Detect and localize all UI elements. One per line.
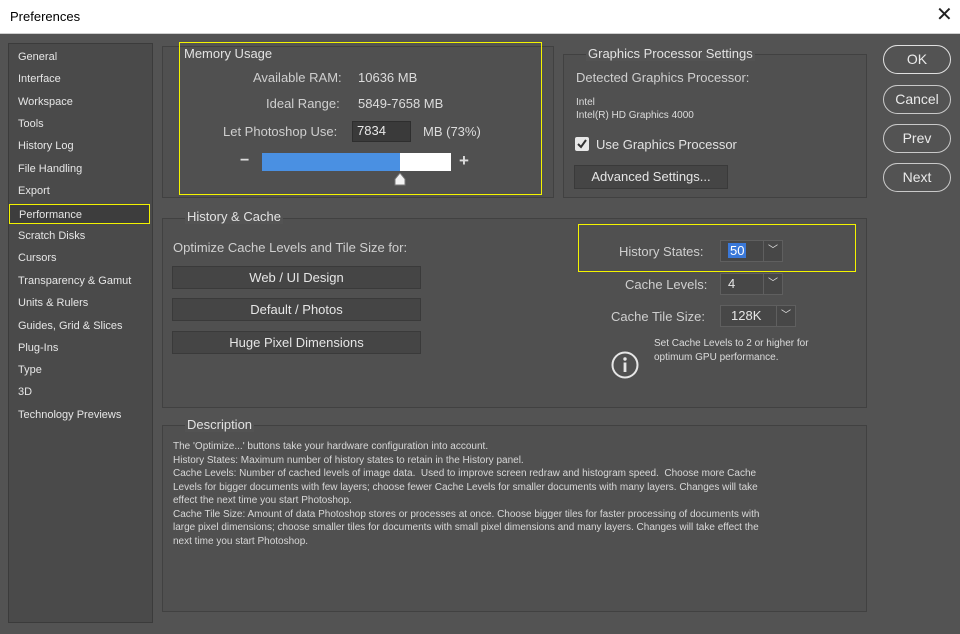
memory-slider-track[interactable]	[262, 153, 451, 171]
prev-button[interactable]: Prev	[883, 124, 951, 153]
next-button[interactable]: Next	[883, 163, 951, 192]
cache-levels-label: Cache Levels:	[625, 277, 708, 292]
cache-tile-size-value: 128K	[731, 308, 762, 323]
history-states-value: 50	[728, 243, 747, 258]
sidebar-item-tools[interactable]: Tools	[9, 114, 150, 134]
sidebar-item-guides-grid-slices[interactable]: Guides, Grid & Slices	[9, 316, 150, 336]
description-line: History States: Maximum number of histor…	[173, 454, 524, 466]
detected-gpu-label: Detected Graphics Processor:	[576, 70, 750, 85]
gpu-info-line-1: Set Cache Levels to 2 or higher for	[654, 338, 809, 349]
sidebar-item-file-handling[interactable]: File Handling	[9, 159, 150, 179]
memory-highlight	[179, 42, 542, 195]
gpu-settings-title: Graphics Processor Settings	[586, 46, 755, 61]
let-photoshop-use-label: Let Photoshop Use:	[223, 124, 338, 139]
web-ui-design-button[interactable]: Web / UI Design	[172, 266, 421, 289]
description-line: next time you start Photoshop.	[173, 535, 309, 547]
default-photos-button[interactable]: Default / Photos	[172, 298, 421, 321]
cache-levels-value: 4	[728, 276, 736, 291]
sidebar-item-performance[interactable]: Performance	[9, 204, 150, 224]
description-text: The 'Optimize...' buttons take your hard…	[173, 440, 863, 548]
sidebar-item-type[interactable]: Type	[9, 360, 150, 380]
ideal-range-value: 5849-7658 MB	[358, 96, 444, 111]
chevron-down-icon: ﹀	[763, 274, 782, 294]
memory-decrease-icon[interactable]: −	[240, 152, 249, 170]
ideal-range-label: Ideal Range:	[266, 96, 340, 111]
ok-button[interactable]: OK	[883, 45, 951, 74]
sidebar-item-3d[interactable]: 3D	[9, 382, 150, 402]
description-line: Cache Tile Size: Amount of data Photosho…	[173, 508, 760, 520]
sidebar-item-workspace[interactable]: Workspace	[9, 92, 150, 112]
let-photoshop-use-unit: MB (73%)	[423, 124, 481, 139]
sidebar-item-units-rulers[interactable]: Units & Rulers	[9, 293, 150, 313]
chevron-down-icon: ﹀	[763, 241, 782, 261]
sidebar-item-scratch-disks[interactable]: Scratch Disks	[9, 226, 150, 246]
history-states-label: History States:	[619, 244, 704, 259]
advanced-settings-button[interactable]: Advanced Settings...	[574, 165, 728, 189]
gpu-vendor: Intel	[576, 97, 595, 108]
window-title: Preferences	[10, 9, 81, 24]
available-ram-label: Available RAM:	[253, 70, 342, 85]
description-line: Levels for bigger documents with few lay…	[173, 481, 758, 493]
use-gpu-checkbox[interactable]	[575, 137, 589, 151]
memory-increase-icon[interactable]: +	[459, 151, 469, 171]
info-icon	[611, 351, 639, 379]
sidebar-item-plug-ins[interactable]: Plug-Ins	[9, 338, 150, 358]
preferences-sidebar: General Interface Workspace Tools History Lo…	[8, 43, 153, 623]
sidebar-item-technology-previews[interactable]: Technology Previews	[9, 405, 150, 425]
gpu-info-line-2: optimum GPU performance.	[654, 352, 779, 363]
cancel-button[interactable]: Cancel	[883, 85, 951, 114]
memory-slider-thumb[interactable]	[394, 173, 406, 186]
sidebar-item-export[interactable]: Export	[9, 181, 150, 201]
description-line: large pixel dimensions; choose smaller t…	[173, 522, 759, 533]
available-ram-value: 10636 MB	[358, 70, 418, 85]
close-icon[interactable]: ✕	[936, 5, 953, 25]
sidebar-item-general[interactable]: General	[9, 47, 150, 67]
description-line: The 'Optimize...' buttons take your hard…	[173, 441, 489, 452]
description-line: Cache Levels: Number of cached levels of…	[173, 468, 757, 479]
cache-levels-select[interactable]: 4 ﹀	[720, 273, 783, 295]
gpu-model: Intel(R) HD Graphics 4000	[576, 110, 694, 121]
history-cache-title: History & Cache	[185, 209, 283, 224]
description-title: Description	[185, 417, 255, 432]
description-line: effect the next time you start Photoshop…	[173, 495, 352, 506]
optimize-label: Optimize Cache Levels and Tile Size for:	[173, 240, 408, 255]
chevron-down-icon: ﹀	[776, 306, 795, 326]
sidebar-item-cursors[interactable]: Cursors	[9, 248, 150, 268]
let-photoshop-use-input[interactable]: 7834	[352, 121, 411, 142]
memory-slider-fill	[262, 153, 400, 171]
huge-pixel-dimensions-button[interactable]: Huge Pixel Dimensions	[172, 331, 421, 354]
cache-tile-size-select[interactable]: 128K ﹀	[720, 305, 796, 327]
history-states-select[interactable]: 50 ﹀	[720, 240, 783, 262]
sidebar-item-history-log[interactable]: History Log	[9, 136, 150, 156]
use-gpu-label: Use Graphics Processor	[596, 137, 737, 152]
title-bar: Preferences ✕	[0, 0, 960, 34]
checkmark-icon	[577, 139, 587, 149]
memory-usage-title: Memory Usage	[184, 46, 273, 61]
sidebar-item-interface[interactable]: Interface	[9, 69, 150, 89]
cache-tile-size-label: Cache Tile Size:	[611, 309, 705, 324]
sidebar-item-transparency-gamut[interactable]: Transparency & Gamut	[9, 271, 150, 291]
